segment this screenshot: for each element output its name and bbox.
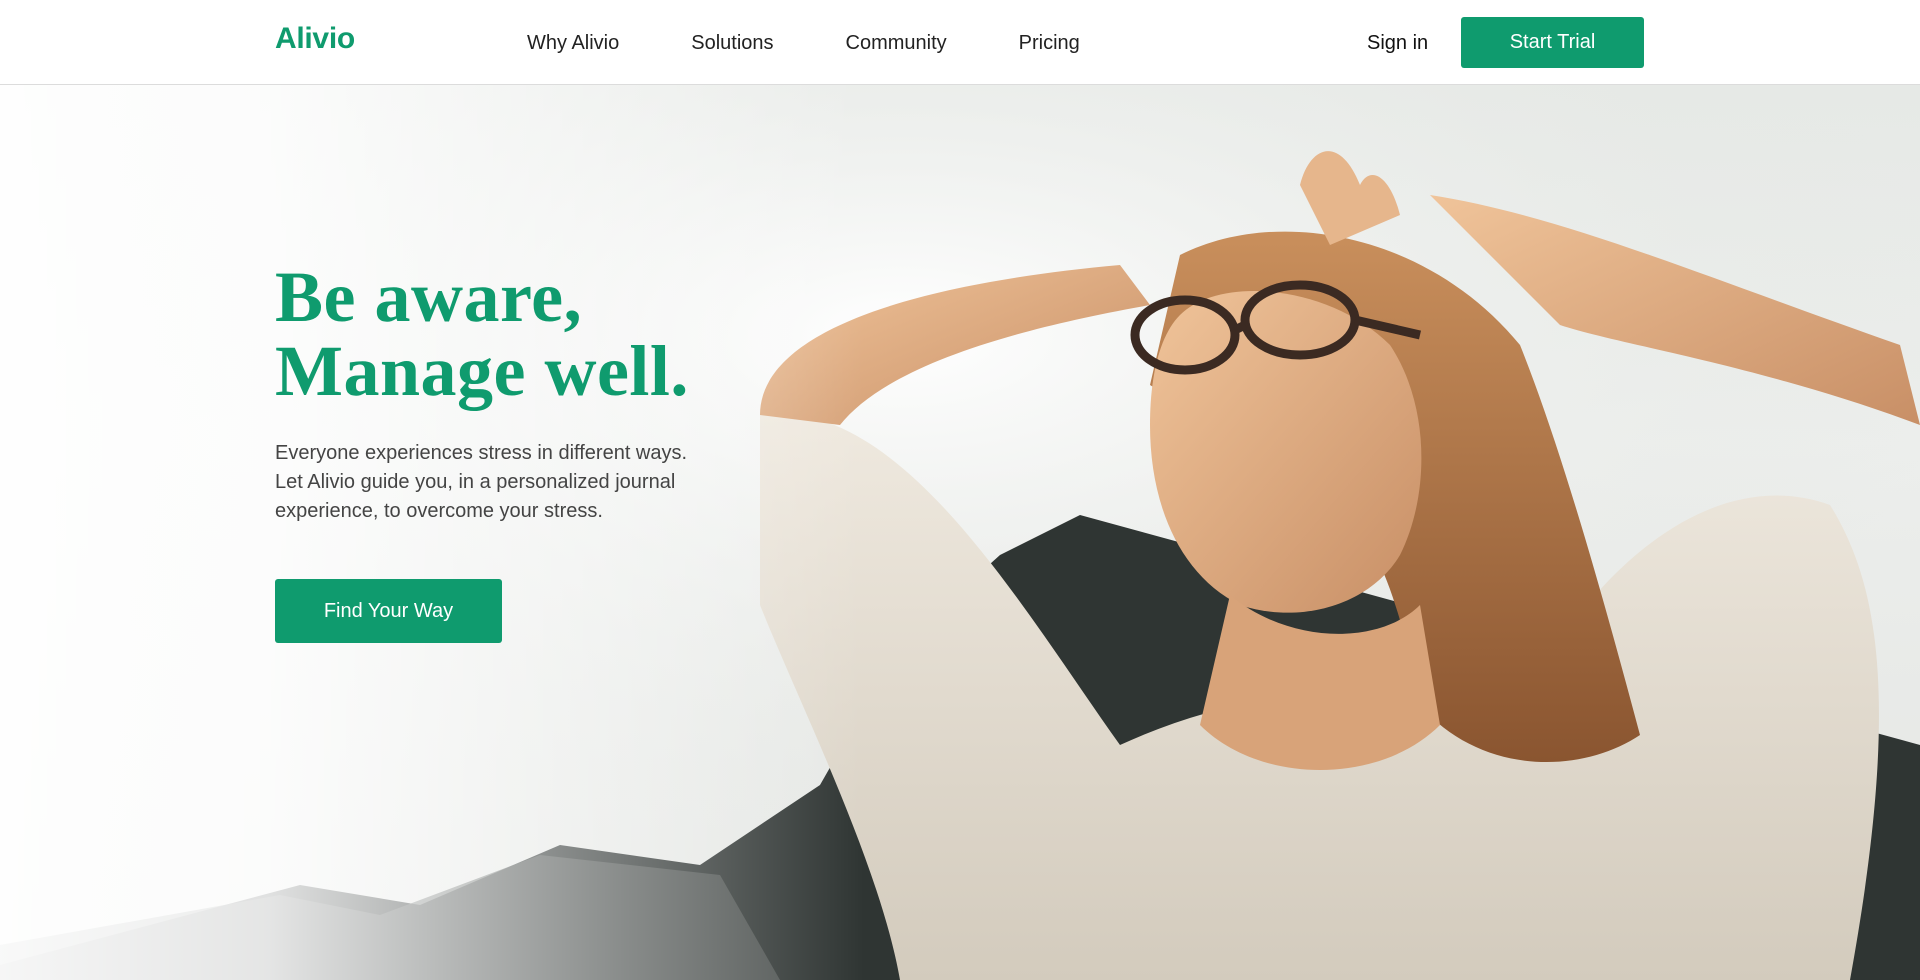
hero-section: Be aware, Manage well. Everyone experien… [0,85,1920,980]
hero-description: Everyone experiences stress in different… [275,442,688,522]
start-trial-button[interactable]: Start Trial [1461,17,1644,68]
nav-link-why-alivio[interactable]: Why Alivio [527,30,619,56]
nav-link-pricing[interactable]: Pricing [1019,30,1080,56]
sign-in-link[interactable]: Sign in [1367,30,1428,56]
hero-headline: Be aware, Manage well. [275,260,689,408]
hero-gradient-overlay [0,85,1920,980]
top-navbar: Alivio Why Alivio Solutions Community Pr… [0,0,1920,85]
main-nav: Why Alivio Solutions Community Pricing [527,30,1080,56]
headline-line-1: Be aware, [275,257,583,337]
headline-line-2: Manage well. [275,331,689,411]
alivio-logo[interactable]: Alivio [275,22,355,56]
find-your-way-button[interactable]: Find Your Way [275,579,502,643]
nav-link-community[interactable]: Community [846,30,947,56]
nav-link-solutions[interactable]: Solutions [691,30,773,56]
